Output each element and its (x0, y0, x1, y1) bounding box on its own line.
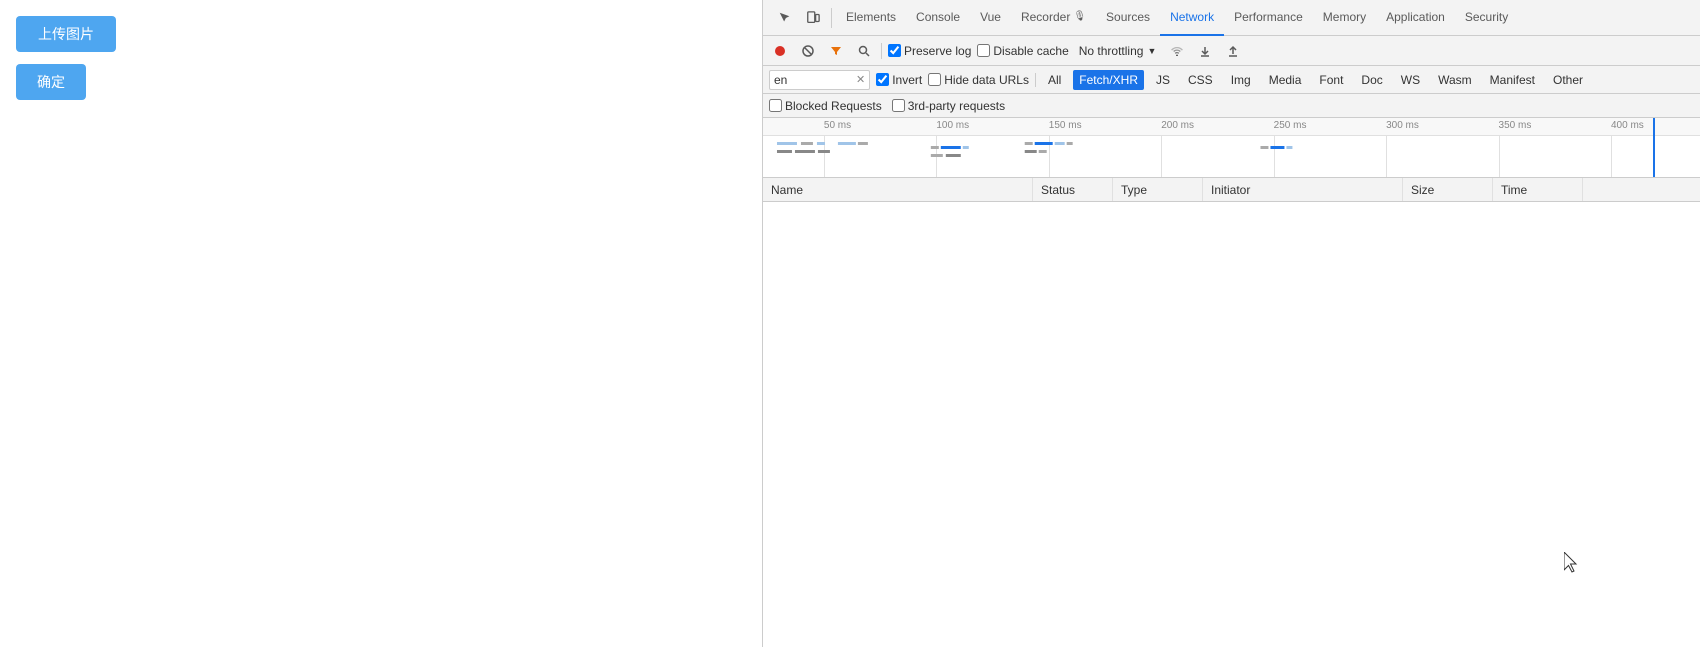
timeline-bars-svg (763, 138, 1700, 178)
table-header: Name Status Type Initiator Size Time (763, 178, 1700, 202)
tab-application[interactable]: Application (1376, 0, 1455, 36)
filter-type-doc[interactable]: Doc (1355, 70, 1388, 90)
th-name[interactable]: Name (763, 178, 1033, 201)
tab-memory[interactable]: Memory (1313, 0, 1376, 36)
disable-cache-label[interactable]: Disable cache (977, 44, 1068, 58)
preserve-log-checkbox[interactable] (888, 44, 901, 57)
th-time[interactable]: Time (1493, 178, 1583, 201)
ruler-mark-150: 150 ms (1049, 120, 1082, 131)
inspect-icon-btn[interactable] (771, 4, 799, 32)
filter-type-all[interactable]: All (1042, 70, 1067, 90)
th-status[interactable]: Status (1033, 178, 1113, 201)
ruler-mark-100: 100 ms (936, 120, 969, 131)
filter-clear-btn[interactable]: ✕ (856, 73, 865, 86)
hide-data-urls-label[interactable]: Hide data URLs (928, 73, 1029, 87)
timeline-ruler: 50 ms 100 ms 150 ms 200 ms 250 ms 300 ms… (763, 118, 1700, 136)
filter-type-js[interactable]: JS (1150, 70, 1176, 90)
network-toolbar: Preserve log Disable cache No throttling… (763, 36, 1700, 66)
blocked-requests-checkbox[interactable] (769, 99, 782, 112)
ruler-mark-50: 50 ms (824, 120, 851, 131)
filter-type-wasm[interactable]: Wasm (1432, 70, 1478, 90)
tab-elements[interactable]: Elements (836, 0, 906, 36)
filter-type-ws[interactable]: WS (1395, 70, 1426, 90)
tab-vue[interactable]: Vue (970, 0, 1011, 36)
tab-performance[interactable]: Performance (1224, 0, 1313, 36)
tab-security[interactable]: Security (1455, 0, 1518, 36)
ruler-mark-200: 200 ms (1161, 120, 1194, 131)
th-waterfall[interactable] (1583, 178, 1700, 201)
empty-table (763, 202, 1700, 647)
third-party-checkbox[interactable] (892, 99, 905, 112)
clear-button[interactable] (797, 40, 819, 62)
tab-divider-1 (831, 8, 832, 28)
preserve-log-label[interactable]: Preserve log (888, 44, 971, 58)
filter-icon-btn[interactable] (825, 40, 847, 62)
filter-type-css[interactable]: CSS (1182, 70, 1219, 90)
filter-type-media[interactable]: Media (1263, 70, 1308, 90)
disable-cache-checkbox[interactable] (977, 44, 990, 57)
upload-button[interactable]: 上传图片 (16, 16, 116, 52)
filter-input[interactable] (774, 73, 854, 87)
filter-type-img[interactable]: Img (1225, 70, 1257, 90)
filter-toolbar: ✕ Invert Hide data URLs All Fetch/XHR JS… (763, 66, 1700, 94)
blocked-requests-label[interactable]: Blocked Requests (769, 99, 882, 113)
invert-checkbox[interactable] (876, 73, 889, 86)
confirm-button[interactable]: 确定 (16, 64, 86, 100)
filter-input-wrap[interactable]: ✕ (769, 70, 870, 90)
filter-type-font[interactable]: Font (1313, 70, 1349, 90)
filter-type-other[interactable]: Other (1547, 70, 1589, 90)
hide-data-urls-checkbox[interactable] (928, 73, 941, 86)
tab-console[interactable]: Console (906, 0, 970, 36)
network-conditions-btn[interactable] (1166, 40, 1188, 62)
table-area: Name Status Type Initiator Size Time (763, 178, 1700, 647)
blocked-row: Blocked Requests 3rd-party requests (763, 94, 1700, 118)
filter-sep (1035, 73, 1036, 87)
export-har-btn[interactable] (1222, 40, 1244, 62)
third-party-label[interactable]: 3rd-party requests (892, 99, 1005, 113)
tab-network[interactable]: Network (1160, 0, 1224, 36)
record-button[interactable] (769, 40, 791, 62)
table-body (763, 202, 1700, 647)
tab-sources[interactable]: Sources (1096, 0, 1160, 36)
filter-type-fetchxhr[interactable]: Fetch/XHR (1073, 70, 1144, 90)
left-panel: 上传图片 确定 (0, 0, 762, 647)
th-type[interactable]: Type (1113, 178, 1203, 201)
filter-type-manifest[interactable]: Manifest (1484, 70, 1541, 90)
devtools-panel: Elements Console Vue Recorder 🎙 Sources … (762, 0, 1700, 647)
tab-recorder[interactable]: Recorder 🎙 (1011, 0, 1096, 36)
ruler-mark-350: 350 ms (1499, 120, 1532, 131)
ruler-mark-300: 300 ms (1386, 120, 1419, 131)
invert-label[interactable]: Invert (876, 73, 922, 87)
ruler-mark-400: 400 ms (1611, 120, 1644, 131)
import-har-btn[interactable] (1194, 40, 1216, 62)
timeline-area: 50 ms 100 ms 150 ms 200 ms 250 ms 300 ms… (763, 118, 1700, 178)
devtools-tabs: Elements Console Vue Recorder 🎙 Sources … (763, 0, 1700, 36)
toolbar-sep-1 (881, 43, 882, 59)
search-icon-btn[interactable] (853, 40, 875, 62)
th-initiator[interactable]: Initiator (1203, 178, 1403, 201)
th-size[interactable]: Size (1403, 178, 1493, 201)
device-toolbar-btn[interactable] (799, 4, 827, 32)
ruler-mark-250: 250 ms (1274, 120, 1307, 131)
throttle-select[interactable]: No throttling ▼ (1075, 42, 1161, 60)
